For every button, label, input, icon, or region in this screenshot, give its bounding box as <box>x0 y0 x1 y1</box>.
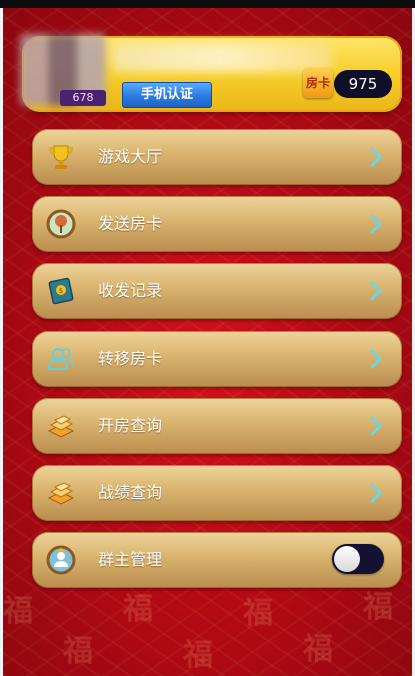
menu-item-room-query[interactable]: 开房查询 <box>32 398 402 454</box>
phone-verify-button[interactable]: 手机认证 <box>122 82 212 108</box>
menu-item-transfer-card[interactable]: 转移房卡 <box>32 331 402 387</box>
menu-item-records[interactable]: $ 收发记录 <box>32 263 402 319</box>
chevron-right-icon <box>366 281 386 301</box>
menu-item-label: 发送房卡 <box>98 214 163 233</box>
book-stack-icon <box>46 411 76 441</box>
toggle-knob <box>334 546 360 572</box>
group-owner-icon <box>46 545 76 575</box>
chevron-right-icon <box>366 483 386 503</box>
room-card-icon: 房卡 <box>303 68 333 98</box>
chevron-right-icon <box>366 416 386 436</box>
avatar-badge: 678 <box>60 90 106 106</box>
group-management-toggle[interactable] <box>332 544 384 574</box>
status-bar <box>0 0 415 8</box>
menu-item-game-hall[interactable]: 游戏大厅 <box>32 129 402 185</box>
menu-item-send-card[interactable]: 发送房卡 <box>32 196 402 252</box>
menu-item-label: 开房查询 <box>98 416 163 435</box>
tree-medal-icon <box>46 209 76 239</box>
book-stack-icon <box>46 478 76 508</box>
username-redacted <box>112 42 332 72</box>
chevron-right-icon <box>366 349 386 369</box>
trophy-icon <box>46 142 76 172</box>
menu-item-label: 转移房卡 <box>98 349 163 368</box>
menu-item-label: 战绩查询 <box>98 483 163 502</box>
menu-item-label: 收发记录 <box>98 281 163 300</box>
menu-item-label: 群主管理 <box>98 550 163 569</box>
menu-item-label: 游戏大厅 <box>98 147 163 166</box>
chevron-right-icon <box>366 214 386 234</box>
menu-item-group-management[interactable]: 群主管理 <box>32 532 402 588</box>
record-book-icon: $ <box>46 276 76 306</box>
room-card-count: 975 <box>334 70 392 98</box>
svg-text:$: $ <box>59 287 63 295</box>
users-transfer-icon <box>46 344 76 374</box>
chevron-right-icon <box>366 147 386 167</box>
menu-item-score-query[interactable]: 战绩查询 <box>32 465 402 521</box>
